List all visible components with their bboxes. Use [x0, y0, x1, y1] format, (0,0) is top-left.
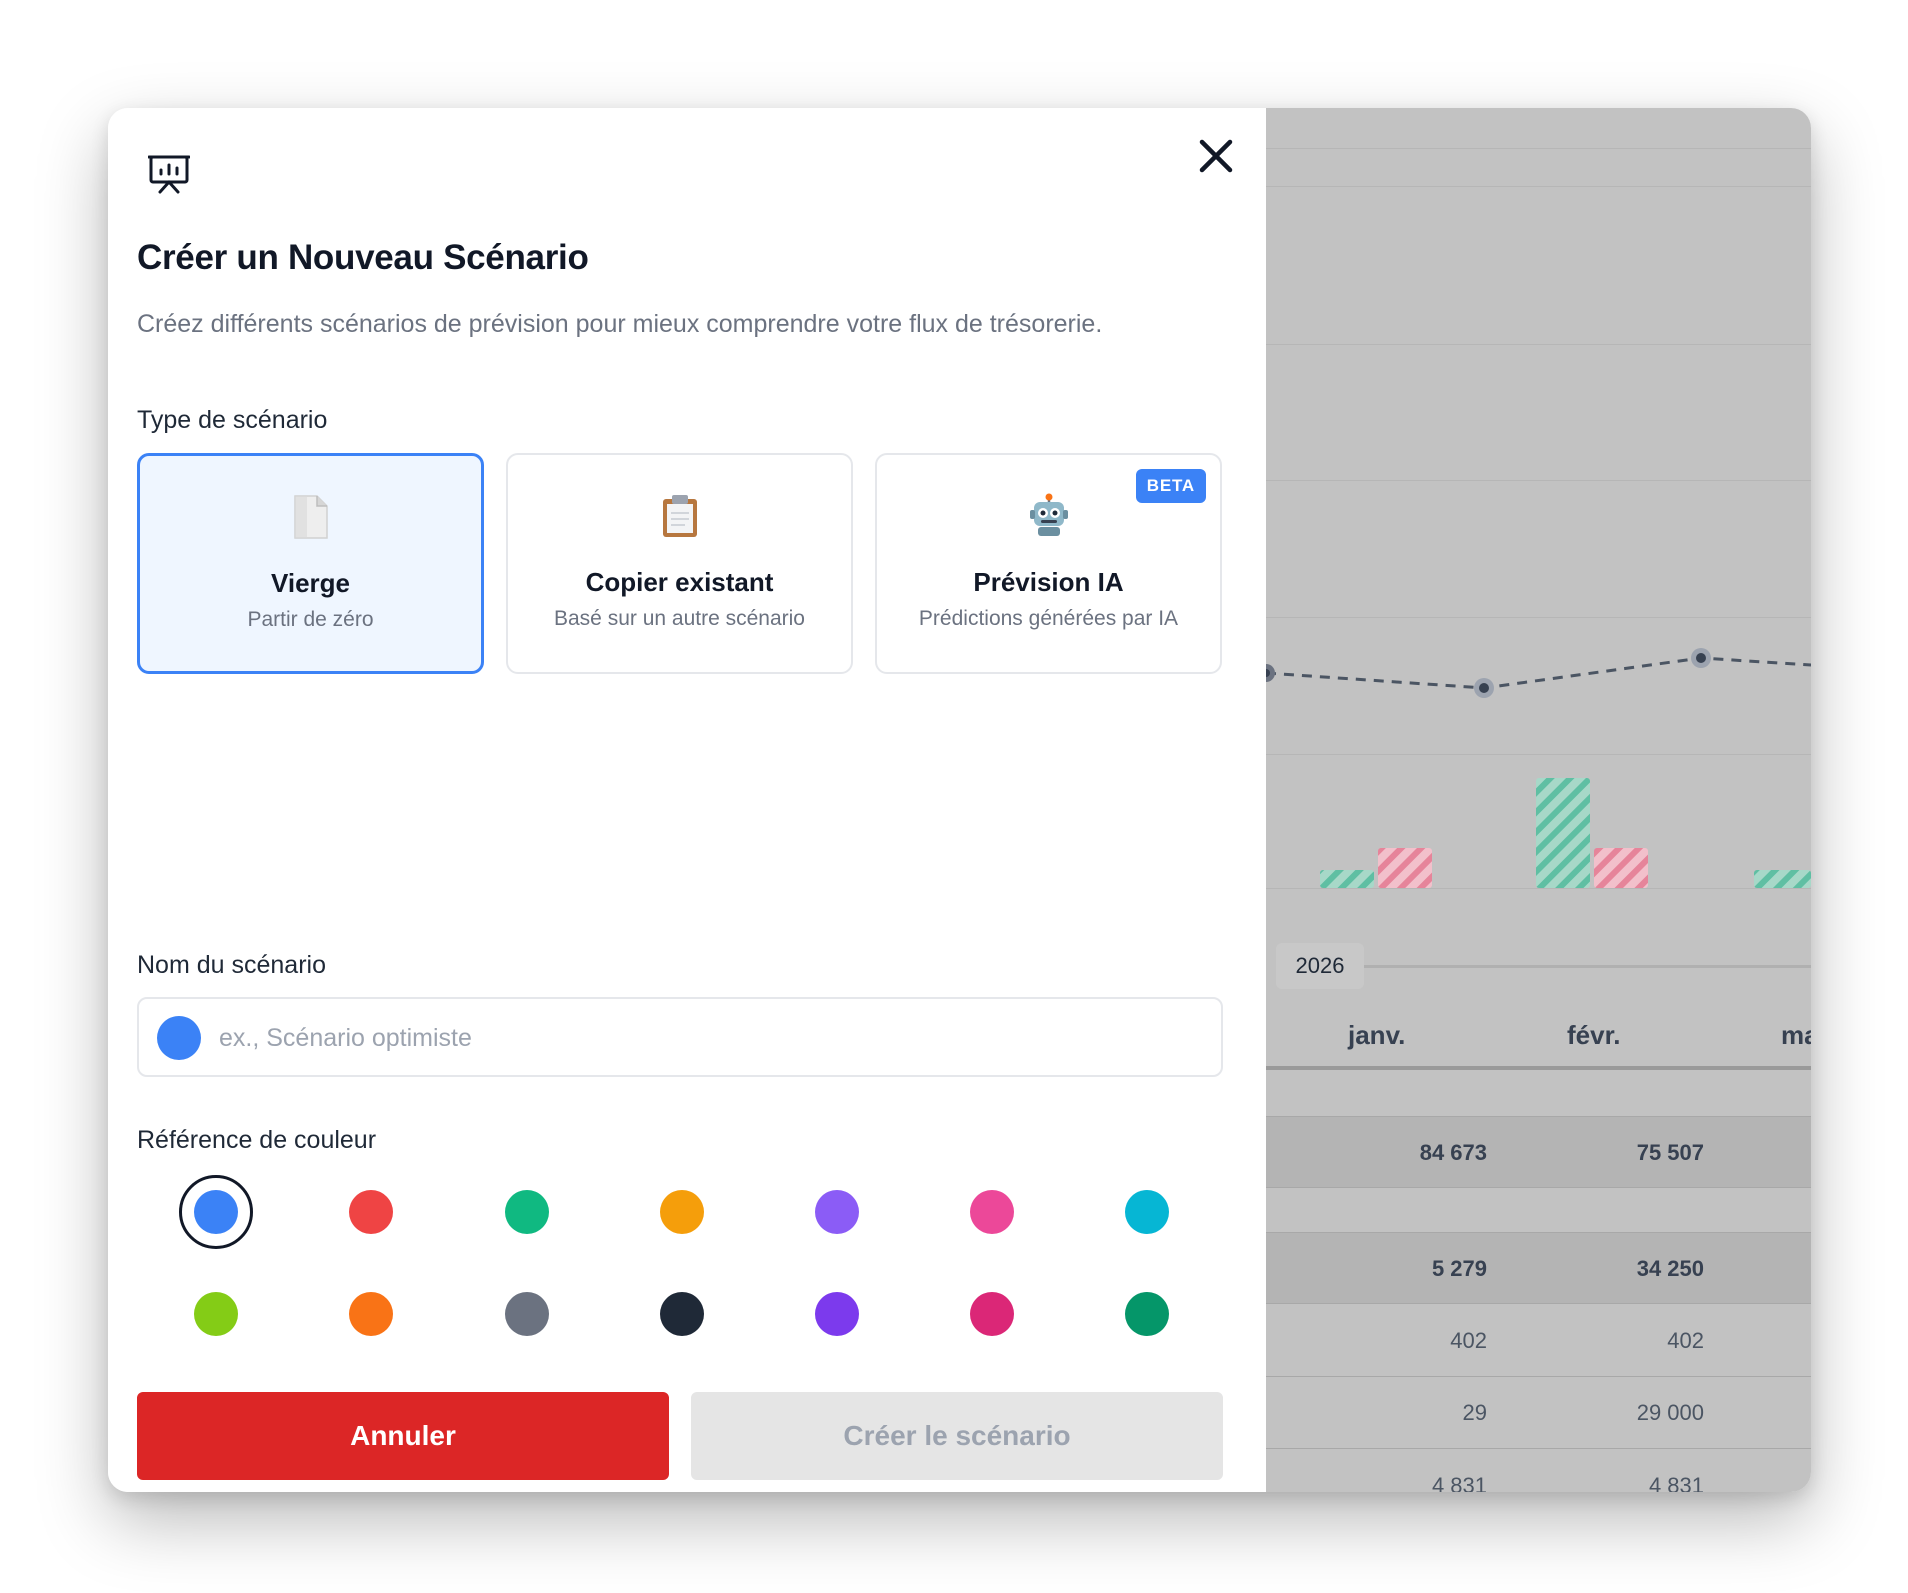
- presentation-chart-icon: [148, 155, 190, 194]
- create-scenario-button[interactable]: Créer le scénario: [691, 1392, 1223, 1480]
- trend-point: [1696, 653, 1706, 663]
- income-bar: [1536, 778, 1590, 888]
- color-swatch-gray[interactable]: [505, 1292, 549, 1336]
- modal-subtitle: Créez différents scénarios de prévision …: [137, 310, 1103, 338]
- card-title: Prévision IA: [973, 567, 1124, 597]
- income-bar: [1320, 870, 1374, 888]
- timeline-line: [1364, 965, 1811, 968]
- color-swatch-orange[interactable]: [349, 1292, 393, 1336]
- month-header: févr.: [1567, 1020, 1621, 1050]
- table-cell: 5 279: [1431, 1256, 1487, 1281]
- color-swatch-rose[interactable]: [970, 1292, 1014, 1336]
- expense-bar: [1378, 848, 1432, 888]
- app-window: 2026 janv. févr. ma 84 673 75 507 5 279 …: [108, 108, 1811, 1492]
- scenario-type-blank[interactable]: Vierge Partir de zéro: [137, 453, 484, 674]
- color-reference-label: Référence de couleur: [137, 1126, 377, 1154]
- color-swatch-dark[interactable]: [660, 1292, 704, 1336]
- card-description: Basé sur un autre scénario: [554, 607, 805, 630]
- background-chart: [1266, 648, 1811, 888]
- table-cell: 402: [1667, 1328, 1704, 1353]
- table-row: 84 673 75 507: [1266, 1116, 1811, 1188]
- card-title: Copier existant: [585, 567, 774, 597]
- scenario-name-input-wrapper: [137, 997, 1223, 1077]
- modal-title: Créer un Nouveau Scénario: [137, 238, 589, 277]
- color-swatch-emerald[interactable]: [1125, 1292, 1169, 1336]
- scenario-name-label: Nom du scénario: [137, 951, 326, 979]
- table-cell: 34 250: [1636, 1256, 1704, 1281]
- scenario-type-ai[interactable]: BETA Prévision IA Prédictions générées p…: [875, 453, 1222, 674]
- card-description: Partir de zéro: [247, 608, 374, 631]
- background-overlay[interactable]: 2026 janv. févr. ma 84 673 75 507 5 279 …: [1266, 108, 1811, 1492]
- card-description: Prédictions générées par IA: [918, 607, 1179, 630]
- month-header: ma: [1781, 1020, 1811, 1050]
- color-swatch-cyan[interactable]: [1125, 1190, 1169, 1234]
- cancel-button[interactable]: Annuler: [137, 1392, 669, 1480]
- table-row: 4 831 4 831: [1266, 1450, 1811, 1492]
- expense-bar: [1594, 848, 1648, 888]
- scenario-name-input[interactable]: [219, 1003, 1199, 1073]
- scenario-type-label: Type de scénario: [137, 406, 328, 434]
- color-swatch-blue[interactable]: [194, 1190, 238, 1234]
- table-cell: 29: [1462, 1400, 1487, 1425]
- table-row: 29 29 000: [1266, 1377, 1811, 1449]
- trend-line: [1266, 656, 1811, 690]
- close-button[interactable]: [1188, 128, 1244, 184]
- color-swatch-amber[interactable]: [660, 1190, 704, 1234]
- table-cell: 4 831: [1431, 1473, 1487, 1492]
- trend-point: [1479, 683, 1489, 693]
- table-row: 5 279 34 250: [1266, 1232, 1811, 1304]
- color-swatch-purple[interactable]: [815, 1292, 859, 1336]
- color-swatch-green[interactable]: [505, 1190, 549, 1234]
- page-icon: [140, 494, 481, 542]
- color-swatch-red[interactable]: [349, 1190, 393, 1234]
- table-row: 402 402: [1266, 1305, 1811, 1377]
- color-swatch-violet[interactable]: [815, 1190, 859, 1234]
- income-bar: [1754, 870, 1811, 888]
- robot-icon: [877, 493, 1220, 541]
- create-scenario-modal: Créer un Nouveau Scénario Créez différen…: [108, 108, 1266, 1492]
- table-cell: 402: [1450, 1328, 1487, 1353]
- table-cell: 29 000: [1636, 1400, 1704, 1425]
- table-cell: 84 673: [1419, 1140, 1487, 1165]
- scenario-type-copy[interactable]: Copier existant Basé sur un autre scénar…: [506, 453, 853, 674]
- table-header-divider: [1266, 1066, 1811, 1070]
- year-label: 2026: [1276, 943, 1364, 989]
- color-swatch-pink[interactable]: [970, 1190, 1014, 1234]
- color-preview-dot: [157, 1016, 201, 1060]
- month-header: janv.: [1348, 1020, 1406, 1050]
- clipboard-icon: [508, 493, 851, 541]
- color-swatch-lime[interactable]: [194, 1292, 238, 1336]
- card-title: Vierge: [270, 568, 350, 598]
- close-icon: [1199, 139, 1233, 173]
- table-cell: 75 507: [1636, 1140, 1704, 1165]
- table-cell: 4 831: [1648, 1473, 1704, 1492]
